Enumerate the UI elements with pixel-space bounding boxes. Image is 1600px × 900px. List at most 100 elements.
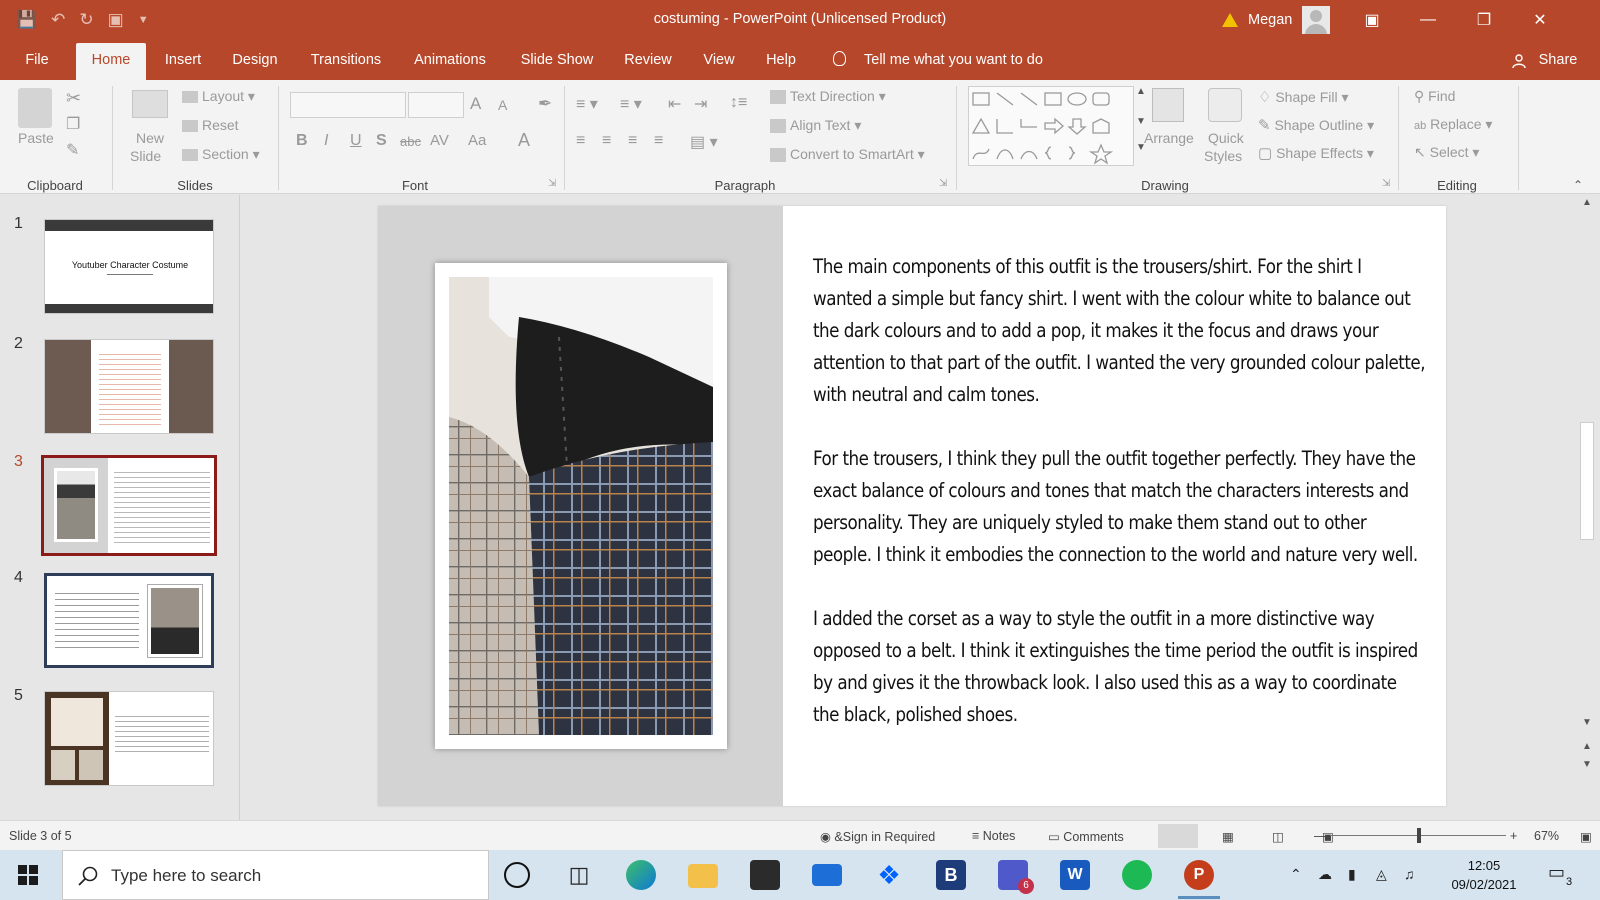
spotify-icon[interactable]: [1122, 860, 1152, 890]
tab-view[interactable]: View: [696, 40, 742, 80]
quick-styles-label-1[interactable]: Quick: [1208, 130, 1244, 146]
decrease-indent-icon[interactable]: ⇤: [668, 94, 681, 114]
word-icon[interactable]: W: [1060, 860, 1090, 890]
wifi-icon[interactable]: ◬: [1376, 866, 1387, 883]
zoom-out-icon[interactable]: —: [1314, 829, 1327, 843]
slide-thumbnail-3[interactable]: [41, 455, 217, 556]
normal-view-button[interactable]: [1158, 824, 1198, 848]
tab-animations[interactable]: Animations: [406, 40, 494, 80]
increase-indent-icon[interactable]: ⇥: [694, 94, 707, 114]
new-slide-label-1[interactable]: New: [136, 130, 164, 146]
slide-sorter-view-icon[interactable]: ▦: [1222, 829, 1234, 844]
vertical-scrollbar[interactable]: ▲ ▼ ▲ ▼: [1574, 195, 1600, 820]
shapes-scroll-down-icon[interactable]: ▼: [1136, 116, 1146, 127]
convert-smartart-button[interactable]: Convert to SmartArt ▾: [770, 146, 925, 163]
tab-help[interactable]: Help: [760, 40, 802, 80]
onedrive-icon[interactable]: ☁: [1318, 866, 1332, 883]
drawing-dialog-launcher-icon[interactable]: ⇲: [1382, 178, 1390, 189]
teams-icon[interactable]: 6: [998, 860, 1034, 894]
grow-font-button[interactable]: A: [470, 94, 481, 114]
windows-start-icon[interactable]: [18, 865, 38, 885]
task-view-icon[interactable]: ◫: [564, 860, 594, 890]
columns-icon[interactable]: ▤ ▾: [690, 132, 718, 152]
tab-review[interactable]: Review: [620, 40, 676, 80]
volume-icon[interactable]: ♫: [1404, 866, 1415, 882]
avatar[interactable]: [1302, 6, 1331, 34]
user-name[interactable]: Megan: [1248, 12, 1292, 28]
tab-design[interactable]: Design: [226, 40, 284, 80]
share-button[interactable]: Share: [1534, 40, 1582, 80]
slide-thumbnail-5[interactable]: [44, 691, 214, 786]
scroll-down-icon[interactable]: ▼: [1582, 717, 1592, 728]
slide-canvas[interactable]: The main components of this outfit is th…: [378, 206, 1446, 806]
slide-thumbnail-2[interactable]: [44, 339, 214, 434]
tab-transitions[interactable]: Transitions: [306, 40, 386, 80]
previous-slide-icon[interactable]: ▲: [1582, 741, 1592, 752]
bullets-icon[interactable]: ≡ ▾: [576, 94, 598, 114]
line-spacing-icon[interactable]: ↕≡: [730, 94, 747, 112]
paste-button[interactable]: Paste: [18, 130, 54, 146]
paste-icon[interactable]: [18, 88, 52, 128]
find-button[interactable]: ⚲ Find: [1414, 88, 1455, 105]
section-button[interactable]: Section ▾: [182, 146, 260, 163]
mail-icon[interactable]: [812, 864, 842, 886]
align-center-icon[interactable]: ≡: [602, 132, 611, 150]
dropbox-icon[interactable]: ❖: [874, 860, 904, 890]
new-slide-label-2[interactable]: Slide: [130, 148, 161, 164]
slide-thumbnail-1[interactable]: Youtuber Character Costume: [44, 219, 214, 314]
new-slide-icon[interactable]: [132, 90, 168, 118]
character-spacing-button[interactable]: AV: [430, 132, 449, 149]
reset-button[interactable]: Reset: [182, 117, 239, 133]
account-area[interactable]: Megan: [1222, 6, 1331, 34]
copy-icon[interactable]: ❐: [66, 114, 80, 134]
font-color-button[interactable]: A: [518, 130, 530, 151]
slide-thumbnail-4[interactable]: [44, 573, 214, 668]
notification-center-icon[interactable]: ▭: [1548, 862, 1565, 883]
fit-slide-icon[interactable]: ▣: [1580, 829, 1592, 844]
taskbar-clock[interactable]: 12:05 09/02/2021: [1440, 856, 1528, 894]
justify-icon[interactable]: ≡: [654, 132, 663, 150]
minimize-button[interactable]: —: [1400, 0, 1456, 40]
align-text-button[interactable]: Align Text ▾: [770, 117, 861, 134]
italic-button[interactable]: I: [324, 132, 328, 150]
numbering-icon[interactable]: ≡ ▾: [620, 94, 642, 114]
tab-slide-show[interactable]: Slide Show: [514, 40, 600, 80]
shapes-scroll-up-icon[interactable]: ▲: [1136, 86, 1146, 97]
photo-frame[interactable]: [435, 263, 727, 749]
change-case-button[interactable]: Aa: [468, 132, 486, 149]
taskbar-search-box[interactable]: Type here to search: [62, 850, 489, 900]
tab-home[interactable]: Home: [76, 43, 146, 80]
powerpoint-icon[interactable]: P: [1184, 860, 1214, 890]
font-name-combo[interactable]: [290, 92, 406, 118]
tell-me-search[interactable]: Tell me what you want to do: [864, 40, 1064, 80]
replace-button[interactable]: ab Replace ▾: [1414, 116, 1492, 133]
font-dialog-launcher-icon[interactable]: ⇲: [548, 178, 556, 189]
font-size-combo[interactable]: [408, 92, 464, 118]
underline-button[interactable]: U: [350, 132, 362, 150]
clear-formatting-icon[interactable]: ✒: [538, 94, 552, 114]
strikethrough-button[interactable]: abc: [400, 134, 421, 149]
b-app-icon[interactable]: B: [936, 860, 966, 890]
file-explorer-icon[interactable]: [688, 864, 718, 888]
sign-in-status[interactable]: ◉ &Sign in Required: [820, 829, 935, 844]
select-button[interactable]: ↖ Select ▾: [1414, 144, 1479, 161]
shape-outline-button[interactable]: ✎ Shape Outline ▾: [1258, 116, 1374, 134]
zoom-in-icon[interactable]: +: [1510, 829, 1517, 843]
battery-icon[interactable]: ▮: [1348, 866, 1356, 883]
zoom-level[interactable]: 67%: [1534, 829, 1559, 843]
quick-styles-icon[interactable]: [1208, 88, 1242, 122]
zoom-slider-thumb[interactable]: [1417, 828, 1421, 843]
shapes-gallery[interactable]: [968, 86, 1134, 166]
cut-icon[interactable]: ✂: [66, 88, 81, 109]
ribbon-display-options-icon[interactable]: ▣: [1344, 0, 1400, 40]
scroll-up-icon[interactable]: ▲: [1582, 197, 1592, 208]
layout-button[interactable]: Layout ▾: [182, 88, 255, 105]
store-icon[interactable]: [750, 860, 780, 890]
text-direction-button[interactable]: Text Direction ▾: [770, 88, 886, 105]
arrange-button[interactable]: Arrange: [1144, 130, 1194, 146]
shrink-font-button[interactable]: A: [498, 97, 507, 113]
slide-text-box[interactable]: The main components of this outfit is th…: [813, 251, 1426, 763]
align-left-icon[interactable]: ≡: [576, 132, 585, 150]
edge-icon[interactable]: [626, 860, 656, 890]
shadow-button[interactable]: S: [376, 132, 387, 150]
